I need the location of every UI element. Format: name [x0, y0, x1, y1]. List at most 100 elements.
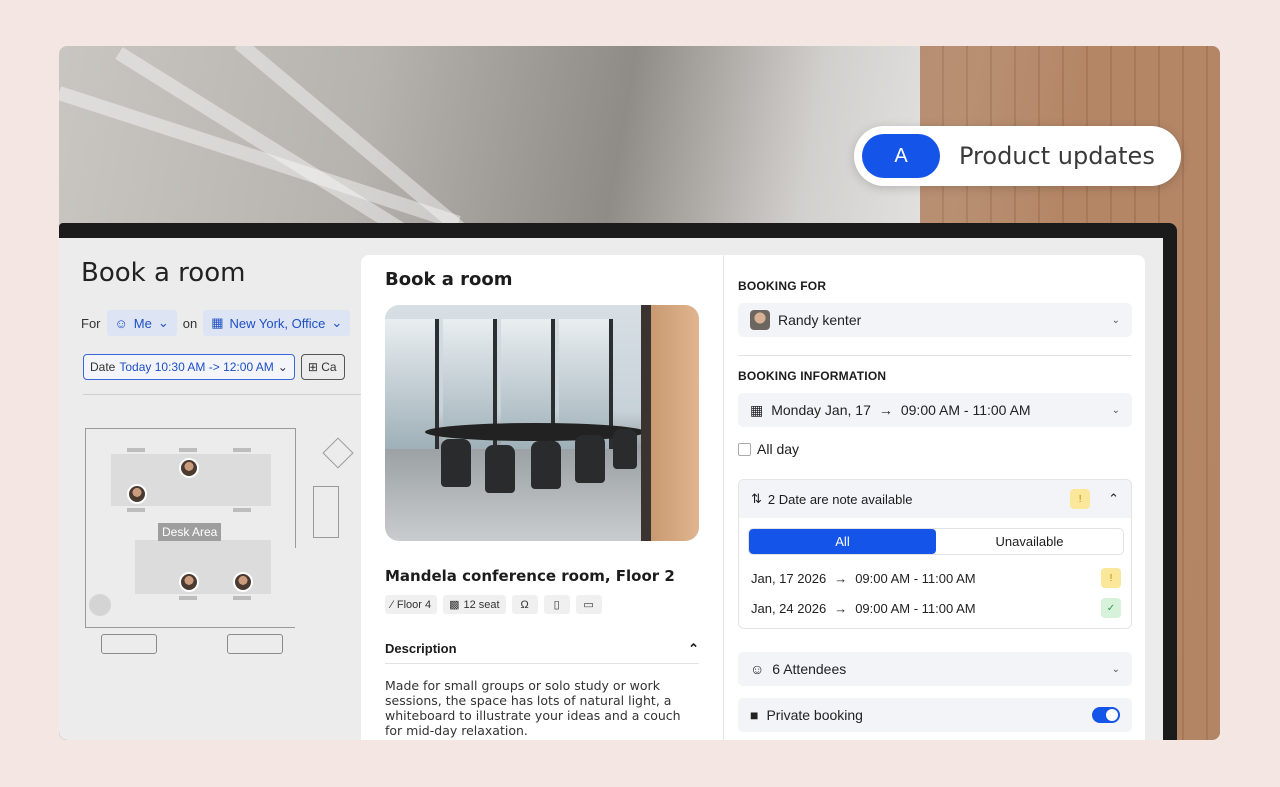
chevron-down-icon: ⌄ — [331, 315, 343, 330]
filter-row: For ☺ Me ⌄ on ▦ New York, Office ⌄ — [81, 310, 351, 336]
warning-icon: ! — [1101, 568, 1121, 588]
photo-chair — [575, 435, 605, 483]
description-text: Made for small groups or solo study or w… — [385, 678, 681, 738]
pill-badge: A — [862, 134, 940, 178]
floor-tag: ⁄ Floor 4 — [385, 595, 438, 614]
chevron-down-icon: ⌄ — [1111, 663, 1120, 675]
date-row: Date Today 10:30 AM -> 12:00 AM ⌄ ⊞ Ca — [83, 354, 345, 380]
plant-outline — [322, 437, 354, 469]
tablet-tag: ▯ — [543, 595, 570, 614]
chair — [127, 448, 145, 452]
panel-title: Book a room — [385, 269, 513, 290]
photo-chair — [485, 445, 515, 493]
ceiling-beam — [59, 86, 461, 230]
divider — [738, 355, 1132, 356]
floor-plan[interactable]: Desk Area — [83, 428, 383, 740]
seat-icon: ▩ — [449, 599, 460, 611]
floor-tag-label: Floor 4 — [396, 598, 432, 611]
all-day-row[interactable]: All day — [738, 441, 799, 457]
chevron-down-icon: ⌄ — [1111, 314, 1120, 326]
grid-icon: ⊞ — [307, 360, 318, 374]
for-select[interactable]: ☺ Me ⌄ — [106, 310, 177, 336]
tab-all[interactable]: All — [749, 529, 936, 554]
chair — [233, 448, 251, 452]
headset-tag: Ω — [511, 595, 538, 614]
availability-card: ⇅ 2 Date are note available ! ⌃ All Unav… — [738, 479, 1132, 629]
avatar[interactable] — [233, 572, 253, 592]
plant — [89, 594, 111, 616]
sofa — [101, 634, 157, 654]
chevron-down-icon: ⌄ — [157, 315, 169, 330]
location-select[interactable]: ▦ New York, Office ⌄ — [203, 310, 351, 336]
for-label: For — [81, 315, 101, 331]
chair — [127, 508, 145, 512]
all-day-label: All day — [757, 441, 800, 457]
booking-for-label: BOOKING FOR — [738, 279, 827, 293]
category-select[interactable]: ⊞ Ca — [300, 354, 345, 380]
attendees-select[interactable]: ☺ 6 Attendees ⌄ — [738, 652, 1132, 686]
photo-chair — [441, 439, 471, 487]
laptop-tag: ▭ — [575, 595, 602, 614]
category-label: Ca — [321, 360, 337, 374]
background-app: Book a room For ☺ Me ⌄ on ▦ New York, Of… — [59, 238, 383, 740]
pill-label: Product updates — [959, 142, 1155, 170]
desk-area-label: Desk Area — [158, 523, 222, 541]
laptop-icon: ▭ — [583, 599, 594, 611]
row-time: 09:00 AM - 11:00 AM — [855, 570, 976, 586]
page-title: Book a room — [81, 258, 246, 288]
photo-chair — [531, 441, 561, 489]
divider — [83, 394, 383, 395]
avatar[interactable] — [127, 484, 147, 504]
private-booking-toggle[interactable] — [1092, 707, 1120, 723]
private-booking-row: ■ Private booking — [738, 698, 1132, 732]
on-label: on — [182, 315, 198, 331]
seat-tag: ▩ 12 seat — [443, 595, 506, 614]
tab-unavailable[interactable]: Unavailable — [936, 529, 1123, 554]
user-icon: ☺ — [750, 661, 765, 677]
room-name: Mandela conference room, Floor 2 — [385, 567, 675, 585]
cabinet — [313, 486, 339, 538]
repeat-icon: ⇅ — [751, 491, 762, 506]
stairs-icon: ⁄ — [391, 598, 393, 611]
calendar-icon: ▦ — [211, 315, 224, 330]
list-item: Jan, 17 2026 → 09:00 AM - 11:00 AM ! — [751, 568, 1121, 588]
chevron-up-icon[interactable]: ⌃ — [1108, 491, 1119, 507]
chevron-up-icon[interactable]: ⌃ — [688, 641, 699, 657]
avatar — [750, 310, 770, 330]
photo-chair — [613, 429, 637, 469]
warning-icon: ! — [1070, 489, 1091, 509]
date-value: Today 10:30 AM -> 12:00 AM — [119, 360, 274, 374]
date-select[interactable]: Date Today 10:30 AM -> 12:00 AM ⌄ — [83, 354, 295, 380]
tablet-icon: ▯ — [553, 599, 560, 611]
product-updates-pill[interactable]: A Product updates — [854, 126, 1181, 186]
avatar[interactable] — [179, 572, 199, 592]
date-time-select[interactable]: ▦ Monday Jan, 17 → 09:00 AM - 11:00 AM ⌄ — [738, 393, 1132, 427]
booking-panel: BOOKING FOR Randy kenter ⌄ BOOKING INFOR… — [723, 255, 1145, 740]
booking-for-name: Randy kenter — [778, 312, 862, 328]
date-day: Monday Jan, 17 — [771, 402, 871, 418]
lock-icon: ■ — [750, 707, 759, 723]
room-tags: ⁄ Floor 4 ▩ 12 seat Ω ▯ ▭ — [385, 595, 602, 614]
attendees-label: 6 Attendees — [772, 661, 847, 677]
description-title: Description — [385, 641, 457, 656]
for-value: Me — [133, 315, 152, 331]
all-day-checkbox[interactable] — [738, 442, 751, 456]
chair — [233, 596, 251, 600]
chevron-down-icon: ⌄ — [277, 360, 288, 374]
row-date: Jan, 24 2026 — [751, 600, 827, 616]
chair — [233, 508, 251, 512]
floor-wall — [295, 428, 296, 548]
description-header[interactable]: Description ⌃ — [385, 641, 699, 664]
room-photo — [385, 305, 699, 541]
chevron-down-icon: ⌄ — [1111, 404, 1120, 416]
booking-for-select[interactable]: Randy kenter ⌄ — [738, 303, 1132, 337]
availability-title: 2 Date are note available — [767, 491, 913, 507]
date-label: Date — [90, 360, 116, 374]
availability-header[interactable]: ⇅ 2 Date are note available ! ⌃ — [739, 480, 1131, 518]
avatar[interactable] — [179, 458, 199, 478]
availability-tabs: All Unavailable — [748, 528, 1124, 555]
arrow-right-icon: → — [834, 600, 848, 616]
user-icon: ☺ — [114, 315, 128, 331]
app-screen: Book a room For ☺ Me ⌄ on ▦ New York, Of… — [59, 238, 1163, 740]
arrow-right-icon: → — [878, 402, 893, 418]
